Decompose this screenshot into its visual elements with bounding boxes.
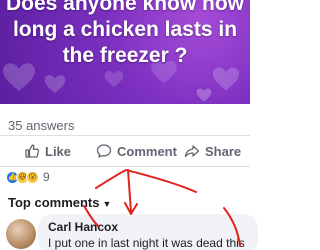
wow-reaction-icon: 😮 <box>26 170 39 184</box>
thumbs-up-icon <box>25 144 40 158</box>
share-button[interactable]: Share <box>184 138 241 164</box>
chevron-down-icon: ▼ <box>102 199 112 209</box>
answers-count[interactable]: 35 answers <box>8 118 74 133</box>
comment-label: Comment <box>117 143 177 159</box>
heart-decoration-icon <box>196 88 212 102</box>
reactions-count: 9 <box>43 170 50 184</box>
like-label: Like <box>45 143 72 159</box>
share-label: Share <box>205 143 242 159</box>
annotation-arrow-line <box>127 169 132 213</box>
share-arrow-icon <box>184 145 200 158</box>
heart-decoration-icon <box>212 67 240 91</box>
avatar[interactable] <box>6 219 36 249</box>
annotation-arrow-line <box>95 168 197 193</box>
comment-button[interactable]: Comment <box>96 138 177 164</box>
reactions-summary[interactable]: 👍 😆 😮 9 <box>6 170 50 184</box>
divider <box>0 166 250 167</box>
post-question-text: Does anyone know how long a chicken last… <box>5 0 245 67</box>
post-question-banner: Does anyone know how long a chicken last… <box>0 0 250 104</box>
post-action-bar: Like Comment Share <box>0 138 250 164</box>
comment-text: I put one in last night it was dead this <box>48 236 245 250</box>
annotation-arrow-head <box>124 202 138 215</box>
divider <box>0 135 250 136</box>
comment-sort-dropdown[interactable]: Top comments ▼ <box>8 195 111 210</box>
like-button[interactable]: Like <box>24 138 71 164</box>
comment-bubble-icon <box>96 144 112 158</box>
heart-decoration-icon <box>44 75 66 93</box>
heart-decoration-icon <box>104 70 124 88</box>
comment-author[interactable]: Carl Hancox <box>48 220 118 234</box>
comment-sort-label: Top comments <box>8 195 100 210</box>
